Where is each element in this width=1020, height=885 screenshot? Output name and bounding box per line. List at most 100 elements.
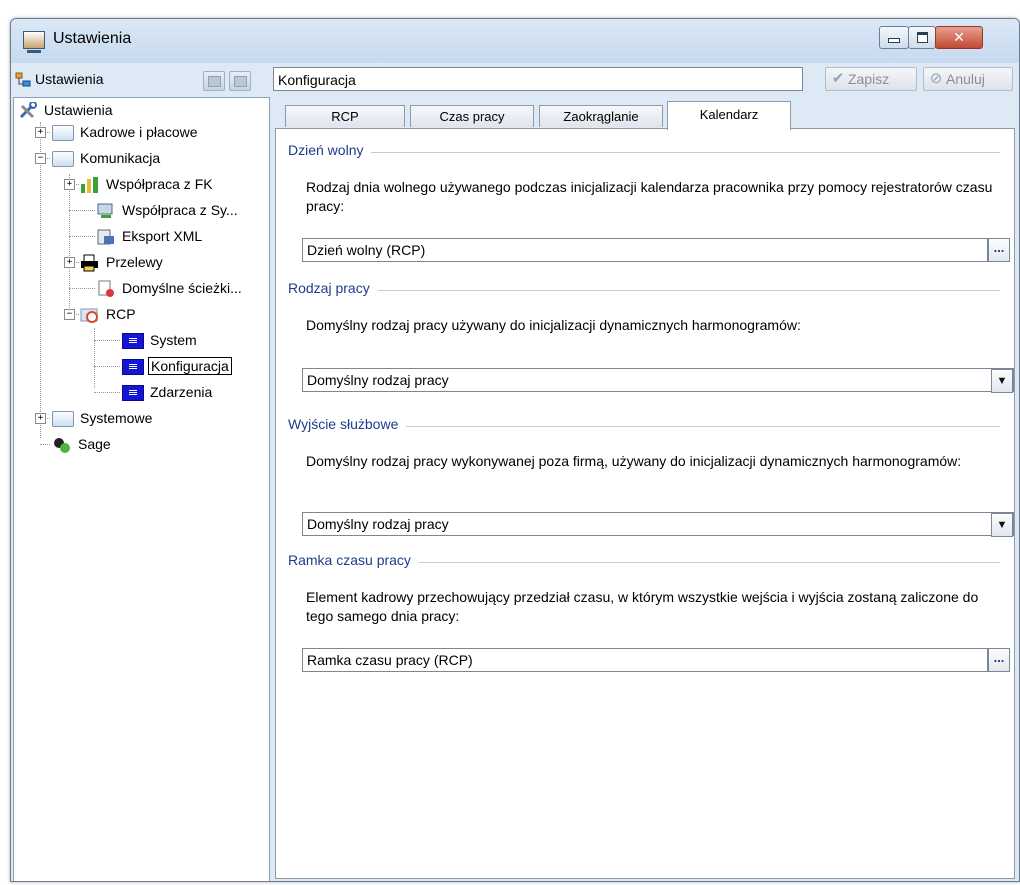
tree-node-sage[interactable]: Sage bbox=[52, 434, 113, 454]
close-icon: ✕ bbox=[953, 29, 965, 45]
section-title-rodzaj-pracy: Rodzaj pracy bbox=[288, 280, 378, 296]
cancel-label: Anuluj bbox=[946, 71, 985, 87]
kalendarz-panel: Dzień wolny Rodzaj dnia wolnego używaneg… bbox=[275, 128, 1015, 879]
clock-folder-icon bbox=[80, 308, 98, 324]
tree-node-zdarzenia[interactable]: Zdarzenia bbox=[122, 382, 214, 402]
checkmark-icon: ✔ bbox=[831, 70, 845, 87]
path-document-icon bbox=[98, 280, 114, 298]
title-bar[interactable]: Ustawienia ✕ bbox=[11, 19, 1019, 63]
tab-strip: RCP Czas pracy Zaokrąglanie Kalendarz bbox=[279, 99, 1019, 130]
chevron-down-icon[interactable]: ▼ bbox=[991, 513, 1013, 537]
remove-node-button[interactable] bbox=[229, 71, 251, 91]
tree-node-system[interactable]: System bbox=[122, 330, 199, 350]
expand-toggle[interactable]: + bbox=[64, 257, 75, 268]
list-document-icon bbox=[122, 359, 144, 376]
list-document-icon bbox=[122, 333, 144, 350]
tree-node-label: Systemowe bbox=[80, 410, 153, 426]
tree-node-label: Komunikacja bbox=[80, 150, 161, 166]
tree-node-przelewy[interactable]: Przelewy bbox=[80, 252, 165, 272]
tree-node-label: Ustawienia bbox=[44, 102, 113, 118]
folder-icon bbox=[52, 151, 74, 168]
tab-czas-pracy[interactable]: Czas pracy bbox=[410, 105, 534, 127]
field-value: Domyślny rodzaj pracy bbox=[307, 372, 449, 388]
minimize-icon bbox=[888, 38, 900, 43]
tree-node-kadrowe[interactable]: Kadrowe i płacowe bbox=[52, 122, 200, 142]
ramka-czasu-pracy-browse-button[interactable]: ... bbox=[988, 648, 1010, 672]
rodzaj-pracy-dropdown[interactable]: Domyślny rodzaj pracy ▼ bbox=[302, 368, 1014, 393]
expand-toggle[interactable]: + bbox=[35, 413, 46, 424]
add-node-button[interactable] bbox=[203, 71, 225, 91]
tree-node-label: Eksport XML bbox=[122, 228, 203, 244]
tree-structure-icon bbox=[15, 72, 31, 87]
config-name-field[interactable]: Konfiguracja bbox=[273, 67, 803, 91]
tree-node-rcp[interactable]: RCP bbox=[80, 304, 138, 324]
cancel-circle-icon: ⊘ bbox=[929, 70, 943, 87]
save-button[interactable]: ✔ Zapisz bbox=[825, 67, 917, 91]
cancel-button[interactable]: ⊘ Anuluj bbox=[923, 67, 1013, 91]
chart-bars-icon bbox=[81, 177, 98, 194]
section-title-ramka-czasu-pracy: Ramka czasu pracy bbox=[288, 552, 419, 568]
tree-node-label: Kadrowe i płacowe bbox=[80, 124, 198, 140]
maximize-icon bbox=[916, 32, 928, 43]
dzien-wolny-browse-button[interactable]: ... bbox=[988, 238, 1010, 262]
section-divider bbox=[288, 152, 1000, 153]
tree-node-label: Domyślne ścieżki... bbox=[122, 280, 242, 296]
tree-node-wspolpraca-sy[interactable]: Współpraca z Sy... bbox=[96, 200, 240, 220]
section-description: Domyślny rodzaj pracy używany do inicjal… bbox=[306, 317, 801, 333]
tree-node-eksport-xml[interactable]: Eksport XML bbox=[96, 226, 204, 246]
tree-node-label: System bbox=[150, 332, 197, 348]
close-button[interactable]: ✕ bbox=[935, 26, 983, 49]
tree-node-label: Przelewy bbox=[106, 254, 163, 270]
tree-node-label: Konfiguracja bbox=[148, 357, 232, 375]
tab-zaokraglanie[interactable]: Zaokrąglanie bbox=[539, 105, 663, 127]
tree-node-komunikacja[interactable]: Komunikacja bbox=[52, 148, 162, 168]
add-folder-icon bbox=[208, 76, 221, 87]
expand-toggle[interactable]: + bbox=[35, 127, 46, 138]
tree-node-domyslne-sciezki[interactable]: Domyślne ścieżki... bbox=[96, 278, 244, 298]
section-description: Rodzaj dnia wolnego używanego podczas in… bbox=[306, 179, 993, 214]
tree-node-label: Współpraca z Sy... bbox=[122, 202, 238, 218]
field-value: Dzień wolny (RCP) bbox=[307, 242, 426, 258]
folder-icon bbox=[52, 125, 74, 142]
section-description: Element kadrowy przechowujący przedział … bbox=[306, 589, 979, 624]
list-document-icon bbox=[122, 385, 144, 402]
tools-icon bbox=[19, 102, 37, 119]
ramka-czasu-pracy-field[interactable]: Ramka czasu pracy (RCP) bbox=[302, 648, 988, 672]
collapse-toggle[interactable]: − bbox=[35, 153, 46, 164]
field-value: Domyślny rodzaj pracy bbox=[307, 516, 449, 532]
computer-icon bbox=[97, 203, 113, 219]
tree-node-systemowe[interactable]: Systemowe bbox=[52, 408, 154, 428]
window-title: Ustawienia bbox=[53, 30, 132, 47]
section-description: Domyślny rodzaj pracy wykonywanej poza f… bbox=[306, 453, 962, 469]
tab-rcp[interactable]: RCP bbox=[285, 105, 405, 127]
window-app-icon bbox=[23, 31, 45, 53]
remove-folder-icon bbox=[234, 76, 247, 87]
section-title-dzien-wolny: Dzień wolny bbox=[288, 142, 372, 158]
save-label: Zapisz bbox=[848, 71, 890, 87]
tree-node-label: Współpraca z FK bbox=[106, 176, 213, 192]
config-header: Konfiguracja ✔ Zapisz ⊘ Anuluj bbox=[273, 63, 1019, 97]
maximize-button[interactable] bbox=[908, 26, 936, 49]
sage-logo-icon bbox=[54, 438, 70, 454]
tree-node-label: Zdarzenia bbox=[150, 384, 213, 400]
chevron-down-icon[interactable]: ▼ bbox=[991, 369, 1013, 393]
tab-kalendarz[interactable]: Kalendarz bbox=[667, 101, 791, 130]
tree-node-konfiguracja[interactable]: Konfiguracja bbox=[122, 356, 232, 376]
folder-icon bbox=[52, 411, 74, 428]
settings-tree[interactable]: Ustawienia + Kadrowe i płacowe − Komunik… bbox=[13, 97, 270, 881]
tree-node-root[interactable]: Ustawienia bbox=[18, 100, 114, 120]
printer-icon bbox=[81, 254, 98, 272]
tree-node-wspolpraca-fk[interactable]: Współpraca z FK bbox=[80, 174, 215, 194]
section-divider bbox=[288, 290, 1000, 291]
tree-header-label: Ustawienia bbox=[35, 71, 104, 87]
wyjscie-sluzbowe-dropdown[interactable]: Domyślny rodzaj pracy ▼ bbox=[302, 512, 1014, 537]
collapse-toggle[interactable]: − bbox=[64, 309, 75, 320]
xml-export-icon bbox=[97, 229, 114, 245]
tree-node-label: RCP bbox=[106, 306, 136, 322]
dzien-wolny-field[interactable]: Dzień wolny (RCP) bbox=[302, 238, 988, 262]
minimize-button[interactable] bbox=[879, 26, 909, 49]
expand-toggle[interactable]: + bbox=[64, 179, 75, 190]
section-title-wyjscie-sluzbowe: Wyjście służbowe bbox=[288, 416, 407, 432]
tree-header: Ustawienia bbox=[11, 63, 269, 97]
settings-window: Ustawienia ✕ Ustawienia Ustawienia + Kad… bbox=[10, 18, 1020, 882]
